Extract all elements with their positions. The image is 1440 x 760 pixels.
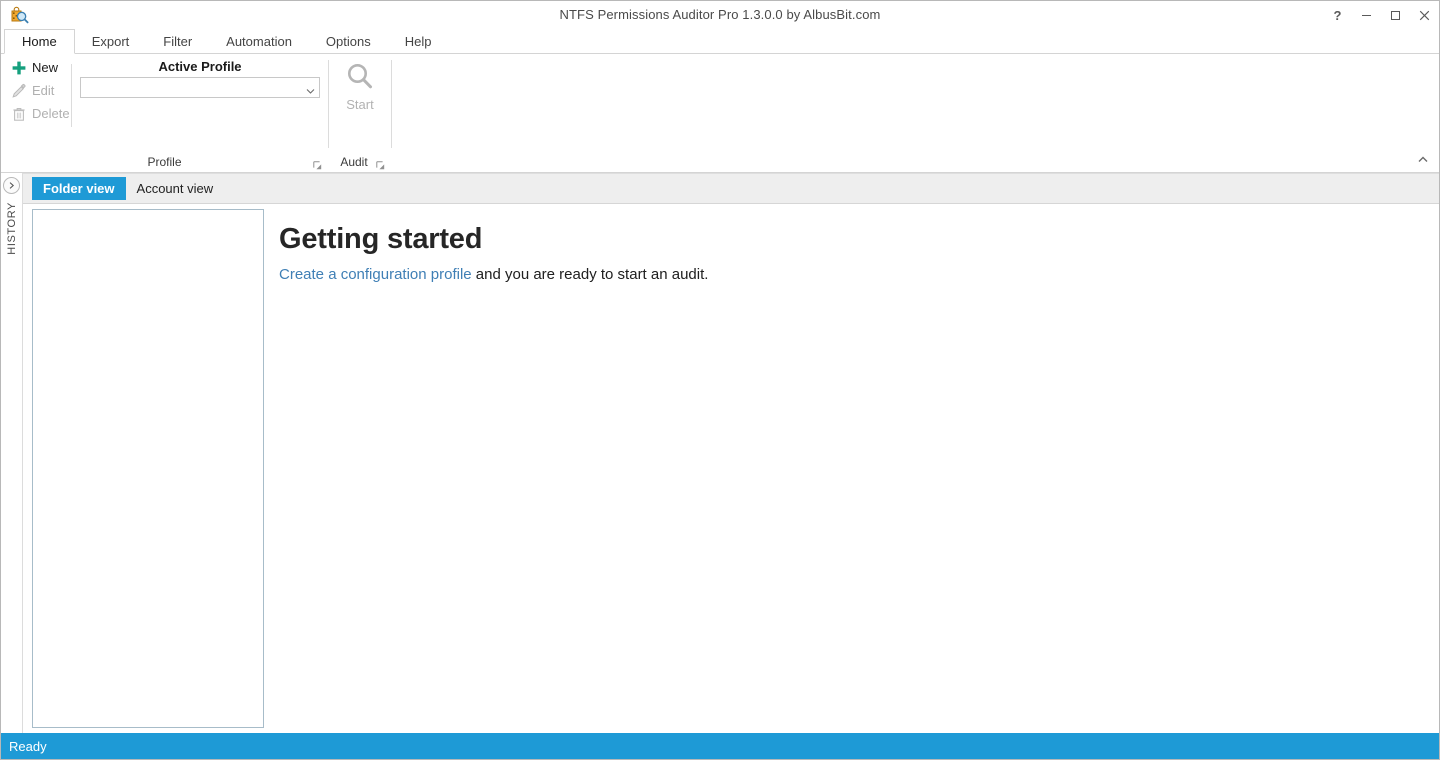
delete-profile-label: Delete [32, 106, 70, 121]
delete-profile-button[interactable]: Delete [7, 104, 71, 123]
ribbon-group-audit: Start Audit [329, 54, 391, 172]
audit-dialog-launcher-icon[interactable] [376, 159, 385, 170]
window-title: NTFS Permissions Auditor Pro 1.3.0.0 by … [559, 7, 881, 22]
close-button[interactable] [1410, 1, 1439, 29]
panes-container: Getting started Create a configuration p… [23, 204, 1439, 733]
history-sidebar: HISTORY [1, 173, 23, 733]
ribbon-tab-options[interactable]: Options [309, 30, 388, 54]
ribbon-tab-strip: Home Export Filter Automation Options He… [1, 29, 1439, 54]
getting-started-rest: and you are ready to start an audit. [471, 266, 709, 283]
profile-group-label: Profile [147, 155, 182, 169]
detail-panel: Getting started Create a configuration p… [270, 209, 1439, 733]
active-profile-field: Active Profile [72, 58, 328, 98]
ribbon: Home Export Filter Automation Options He… [1, 29, 1439, 173]
window-controls: ? [1323, 1, 1439, 29]
tab-folder-view[interactable]: Folder view [32, 177, 126, 200]
ribbon-group-audit-content: Start [329, 54, 391, 151]
start-audit-label: Start [346, 97, 374, 112]
maximize-button[interactable] [1381, 1, 1410, 29]
folder-tree-panel[interactable] [32, 209, 264, 728]
ribbon-group-divider-right [391, 60, 392, 148]
title-bar: NTFS Permissions Auditor Pro 1.3.0.0 by … [1, 1, 1439, 29]
edit-profile-button[interactable]: Edit [7, 81, 71, 100]
chevron-down-icon[interactable] [306, 83, 315, 94]
close-icon [1419, 10, 1430, 21]
ribbon-tab-filter[interactable]: Filter [146, 30, 209, 54]
content-column: Folder view Account view Getting started… [23, 173, 1439, 733]
edit-profile-label: Edit [32, 83, 55, 98]
plus-icon [11, 60, 27, 76]
ribbon-tab-home[interactable]: Home [4, 29, 75, 54]
view-tab-strip: Folder view Account view [23, 173, 1439, 204]
chevron-right-icon [7, 178, 16, 193]
collapse-ribbon-button[interactable] [1415, 153, 1431, 169]
help-button[interactable]: ? [1323, 1, 1352, 29]
minimize-icon [1361, 10, 1372, 21]
ribbon-group-profile-title: Profile [1, 151, 328, 172]
profile-dialog-launcher-icon[interactable] [313, 159, 322, 170]
ribbon-tab-help[interactable]: Help [388, 30, 449, 54]
active-profile-label: Active Profile [158, 59, 242, 74]
ribbon-group-audit-title: Audit [329, 151, 391, 172]
ribbon-panel: New Edit Delete Active Profile Profile S… [1, 54, 1439, 173]
getting-started-text: Create a configuration profile and you a… [279, 266, 1439, 283]
ribbon-group-profile-content: New Edit Delete Active Profile [1, 54, 328, 151]
page-title: Getting started [279, 223, 483, 255]
start-audit-button[interactable]: Start [332, 61, 388, 112]
pencil-icon [11, 83, 27, 99]
chevron-up-icon [1417, 154, 1429, 169]
new-profile-label: New [32, 60, 59, 75]
status-text: Ready [9, 738, 47, 754]
profile-action-buttons: New Edit Delete [1, 58, 71, 123]
history-sidebar-label: HISTORY [5, 202, 18, 255]
status-bar: Ready [1, 733, 1439, 759]
maximize-icon [1390, 10, 1401, 21]
new-profile-button[interactable]: New [7, 58, 71, 77]
minimize-button[interactable] [1352, 1, 1381, 29]
expand-history-button[interactable] [3, 177, 20, 194]
create-configuration-profile-link[interactable]: Create a configuration profile [279, 266, 472, 283]
ribbon-tab-export[interactable]: Export [75, 30, 147, 54]
ribbon-tab-automation[interactable]: Automation [209, 30, 309, 54]
audit-group-label: Audit [340, 155, 368, 169]
help-icon: ? [1333, 7, 1342, 23]
trash-icon [11, 106, 27, 122]
application-window: NTFS Permissions Auditor Pro 1.3.0.0 by … [0, 0, 1440, 760]
ribbon-group-profile: New Edit Delete Active Profile Profile [1, 54, 328, 172]
main-area: HISTORY Folder view Account view Getting… [1, 173, 1439, 733]
active-profile-combobox[interactable] [80, 77, 320, 98]
tab-account-view[interactable]: Account view [126, 177, 225, 200]
magnifier-icon [344, 61, 376, 93]
